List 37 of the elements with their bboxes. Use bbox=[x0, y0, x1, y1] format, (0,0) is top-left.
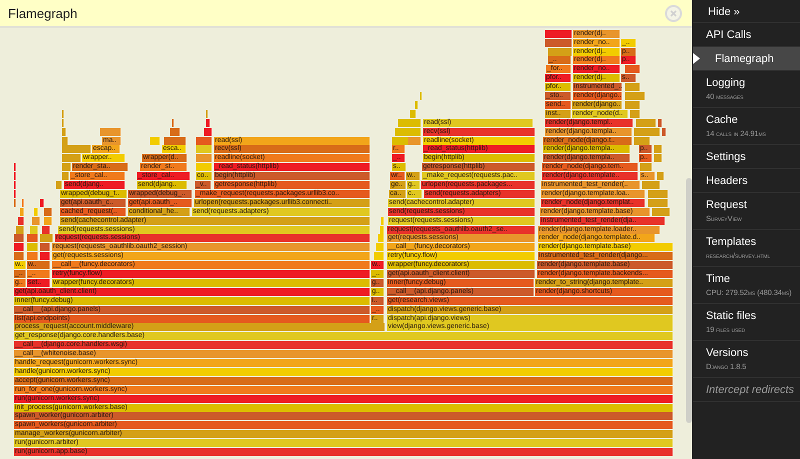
sidebar-item-label: API Calls bbox=[706, 29, 752, 41]
flame-frame bbox=[27, 252, 38, 260]
flame-frame bbox=[100, 128, 121, 136]
sidebar-item[interactable]: Flamegraph bbox=[693, 47, 800, 71]
sidebar-item-label: Versions bbox=[706, 347, 750, 359]
flame-frame bbox=[27, 234, 38, 242]
sidebar-item[interactable]: Intercept redirects bbox=[693, 378, 800, 402]
sidebar-item-label: Cache bbox=[706, 114, 739, 126]
flame-frame bbox=[625, 83, 640, 92]
flame-frame bbox=[648, 198, 668, 207]
sidebar-item-label: Logging bbox=[706, 77, 746, 89]
sidebar-item-label: Request bbox=[706, 199, 748, 211]
hide-link[interactable]: Hide » bbox=[693, 0, 800, 23]
pointer-icon bbox=[693, 53, 700, 64]
sidebar-item[interactable]: Headers bbox=[693, 169, 800, 193]
sidebar-item-label: Intercept redirects bbox=[706, 384, 796, 396]
sidebar-item-label: Templates bbox=[706, 236, 758, 248]
flame-frame bbox=[196, 145, 212, 154]
flame-frame bbox=[652, 208, 670, 216]
sidebar-item-label: Flamegraph bbox=[715, 53, 775, 65]
flame-frame bbox=[196, 154, 212, 162]
close-icon bbox=[670, 10, 677, 16]
flame-frame bbox=[545, 30, 572, 38]
panel-title: Flamegraph bbox=[8, 6, 78, 20]
flame-frame bbox=[625, 65, 640, 74]
flame-frame bbox=[640, 163, 652, 172]
scrollbar-thumb[interactable] bbox=[686, 178, 692, 423]
sidebar-item-label: Settings bbox=[706, 151, 747, 163]
flame-frame bbox=[196, 163, 212, 172]
sidebar-item-label: Headers bbox=[706, 175, 749, 187]
sidebar-item[interactable]: Settings bbox=[693, 145, 800, 169]
flame-frame bbox=[648, 190, 668, 198]
sidebar-item-label: Time bbox=[706, 273, 732, 285]
flame-frame bbox=[545, 38, 572, 47]
flame-frame bbox=[27, 243, 38, 252]
close-button[interactable] bbox=[665, 4, 682, 22]
sidebar-item-label: Static files bbox=[706, 310, 758, 322]
